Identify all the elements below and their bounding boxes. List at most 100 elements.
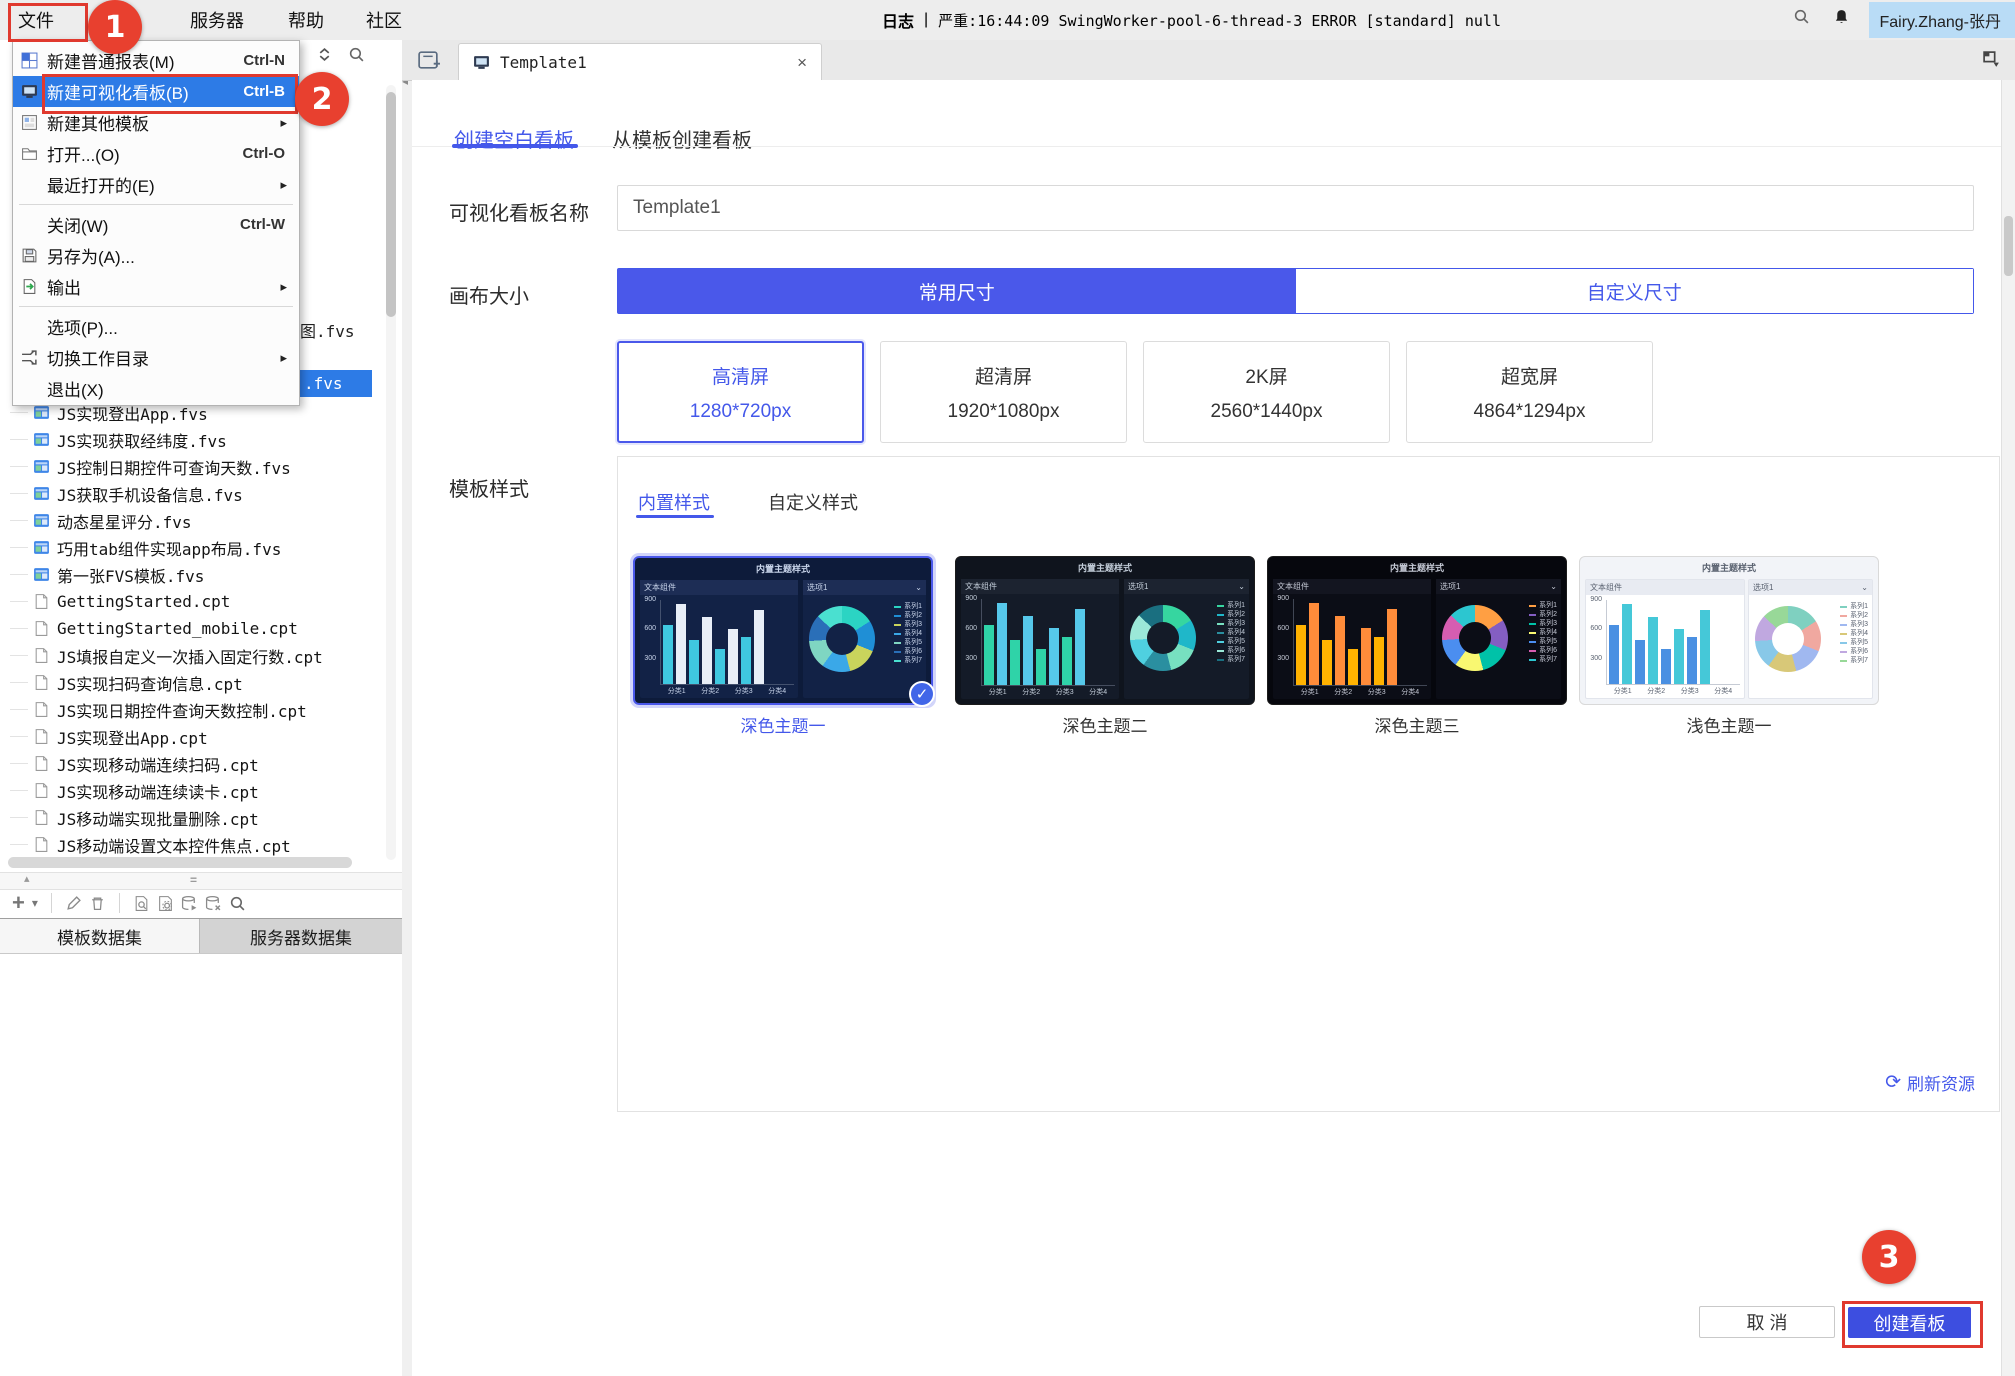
trash-icon[interactable] (89, 895, 106, 912)
plus-icon[interactable]: + (12, 892, 25, 914)
file-tree-item[interactable]: JS移动端设置文本控件焦点.cpt (0, 831, 402, 858)
theme-label-1[interactable]: 深色主题二 (955, 712, 1255, 737)
search-icon[interactable] (1793, 8, 1810, 25)
menu-file[interactable]: 文件 (18, 0, 54, 40)
size-card-3[interactable]: 超宽屏 4864*1294px (1406, 341, 1653, 443)
theme-preview-title: 内置主题样式 (1077, 562, 1132, 573)
horizontal-scrollbar[interactable] (8, 857, 352, 868)
file-tree-item[interactable]: JS填报自定义一次插入固定行数.cpt (0, 642, 402, 669)
file-tree-item[interactable]: JS实现获取经纬度.fvs (0, 426, 402, 453)
preview-legend: 系列1 系列2 系列3 系列4 系列5 系列6 系列7 (894, 602, 922, 665)
file-tree-item[interactable]: JS实现日期控件查询天数控制.cpt (0, 696, 402, 723)
theme-label-3[interactable]: 浅色主题一 (1579, 712, 1879, 737)
db-play-icon[interactable] (181, 895, 198, 912)
theme-label-2[interactable]: 深色主题三 (1267, 712, 1567, 737)
close-tab-icon[interactable]: × (797, 53, 807, 73)
size-card-title: 2K屏 (1245, 366, 1288, 388)
tab-create-blank-dashboard[interactable]: 创建空白看板 (454, 124, 574, 153)
doc-gear-icon[interactable] (157, 895, 174, 912)
file-tree-item[interactable]: JS控制日期控件可查询天数.fvs (0, 453, 402, 480)
preview-bar-chart (1293, 599, 1427, 686)
refresh-resources-link[interactable]: ⟳ 刷新资源 (1885, 1070, 1975, 1095)
dashboard-name-input[interactable]: Template1 (617, 185, 1974, 231)
file-tree-item[interactable]: GettingStarted_mobile.cpt (0, 615, 402, 642)
selected-file-row-partial[interactable]: .fvs (298, 370, 372, 397)
size-card-1[interactable]: 超清屏 1920*1080px (880, 341, 1127, 443)
cpt-file-icon (33, 728, 51, 746)
refresh-resources-label: 刷新资源 (1907, 1075, 1975, 1094)
file-menu-item-3[interactable]: 打开...(O) Ctrl-O (13, 138, 299, 169)
notification-bell-icon[interactable] (1833, 8, 1850, 25)
file-tree-item[interactable]: JS实现移动端连续扫码.cpt (0, 750, 402, 777)
partial-file-row[interactable]: 图.fvs (300, 318, 355, 342)
file-menu-item-1[interactable]: 新建可视化看板(B) Ctrl-B (13, 76, 299, 107)
file-menu-item-7[interactable]: 输出 ▸ (13, 271, 299, 302)
canvas-size-label: 画布大小 (449, 286, 529, 308)
file-menu-item-0[interactable]: 新建普通报表(M) Ctrl-N (13, 45, 299, 76)
menu-server[interactable]: 服务器 (190, 0, 244, 40)
fvs-file-icon (33, 566, 51, 584)
file-menu-item-4[interactable]: 最近打开的(E) ▸ (13, 169, 299, 200)
log-label: 日志 (882, 14, 915, 31)
file-tree-item[interactable]: JS获取手机设备信息.fvs (0, 480, 402, 507)
menu-help[interactable]: 帮助 (288, 0, 324, 40)
theme-thumbnail-0[interactable]: 内置主题样式 文本组件 900 600 300 分类1 分类2 分类3 分类4 选项1 ⌄ 系列1 系列… (633, 556, 935, 707)
theme-label-0[interactable]: 深色主题一 (633, 712, 933, 737)
file-menu-item-9[interactable]: 切换工作目录 ▸ (13, 342, 299, 373)
document-tab-template1[interactable]: Template1 × (458, 43, 822, 81)
tab-create-from-template[interactable]: 从模板创建看板 (612, 124, 752, 153)
file-tree-item[interactable]: 第一张FVS模板.fvs (0, 561, 402, 588)
file-tree-item[interactable]: 巧用tab组件实现app布局.fvs (0, 534, 402, 561)
sidebar-scrollbar-thumb[interactable] (386, 92, 396, 317)
file-tree-item[interactable]: JS实现移动端连续读卡.cpt (0, 777, 402, 804)
create-dashboard-button[interactable]: 创建看板 (1848, 1307, 1971, 1338)
tab-builtin-style[interactable]: 内置样式 (638, 489, 710, 515)
size-card-2[interactable]: 2K屏 2560*1440px (1143, 341, 1390, 443)
file-name: JS实现登出App.cpt (57, 728, 208, 748)
user-account-chip[interactable]: Fairy.Zhang-张丹 (1869, 2, 2015, 38)
file-name: JS移动端实现批量删除.cpt (57, 809, 259, 829)
file-tree-item[interactable]: JS实现登出App.cpt (0, 723, 402, 750)
tab-custom-style[interactable]: 自定义样式 (768, 489, 858, 515)
chevron-down-icon: ⌄ (1238, 582, 1245, 591)
file-name: JS填报自定义一次插入固定行数.cpt (57, 647, 323, 667)
collapse-up-icon[interactable]: ▴ (24, 872, 30, 885)
tab-server-dataset[interactable]: 服务器数据集 (200, 919, 402, 953)
menu-community[interactable]: 社区 (366, 0, 402, 40)
file-menu-item-8[interactable]: 选项(P)... (13, 311, 299, 342)
tree-connector (10, 628, 28, 629)
file-tree-item[interactable]: JS实现扫码查询信息.cpt (0, 669, 402, 696)
tab-template-dataset[interactable]: 模板数据集 (0, 919, 200, 953)
sidebar-search-icon[interactable] (348, 46, 365, 63)
file-menu-item-10[interactable]: 退出(X) (13, 373, 299, 404)
caret-down-icon[interactable]: ▾ (32, 896, 38, 910)
pencil-icon[interactable] (65, 895, 82, 912)
size-mode-custom[interactable]: 自定义尺寸 (1295, 269, 1973, 313)
file-name: 巧用tab组件实现app布局.fvs (57, 539, 282, 559)
file-tree-item[interactable]: JS移动端实现批量删除.cpt (0, 804, 402, 831)
new-template-icon[interactable] (416, 48, 441, 73)
cpt-file-icon (33, 647, 51, 665)
drag-handle-icon[interactable]: = (190, 873, 197, 887)
file-menu-item-5[interactable]: 关闭(W) Ctrl-W (13, 209, 299, 240)
file-menu-item-6[interactable]: 另存为(A)... (13, 240, 299, 271)
db-x-icon[interactable] (205, 895, 222, 912)
template-theme-icon[interactable] (1982, 50, 2001, 69)
preview-right-panel-header: 选项1 ⌄ (803, 580, 926, 595)
theme-thumbnail-2[interactable]: 内置主题样式 文本组件 900 600 300 分类1 分类2 分类3 分类4 选项1 ⌄ 系列1 系列… (1267, 556, 1567, 705)
file-tree-item[interactable]: GettingStarted.cpt (0, 588, 402, 615)
theme-thumbnail-3[interactable]: 内置主题样式 文本组件 900 600 300 分类1 分类2 分类3 分类4 选项1 ⌄ 系列1 系列… (1579, 556, 1879, 705)
magnifier-icon[interactable] (229, 895, 246, 912)
cancel-button[interactable]: 取 消 (1699, 1306, 1835, 1338)
template-style-panel: 内置样式 自定义样式 内置主题样式 文本组件 900 600 300 分类1 分类2 分类3 分… (617, 456, 2000, 1112)
collapse-all-icon[interactable] (316, 46, 333, 63)
size-mode-common[interactable]: 常用尺寸 (618, 269, 1296, 313)
content-scrollbar-thumb[interactable] (2004, 216, 2013, 276)
theme-thumbnail-1[interactable]: 内置主题样式 文本组件 900 600 300 分类1 分类2 分类3 分类4 选项1 ⌄ 系列1 系列… (955, 556, 1255, 705)
doc-search-icon[interactable] (133, 895, 150, 912)
file-menu-item-2[interactable]: 新建其他模板 ▸ (13, 107, 299, 138)
cpt-file-icon (33, 809, 51, 827)
size-card-0[interactable]: 高清屏 1280*720px (617, 341, 864, 443)
dashboard-name-label: 可视化看板名称 (449, 203, 589, 225)
file-tree-item[interactable]: 动态星星评分.fvs (0, 507, 402, 534)
